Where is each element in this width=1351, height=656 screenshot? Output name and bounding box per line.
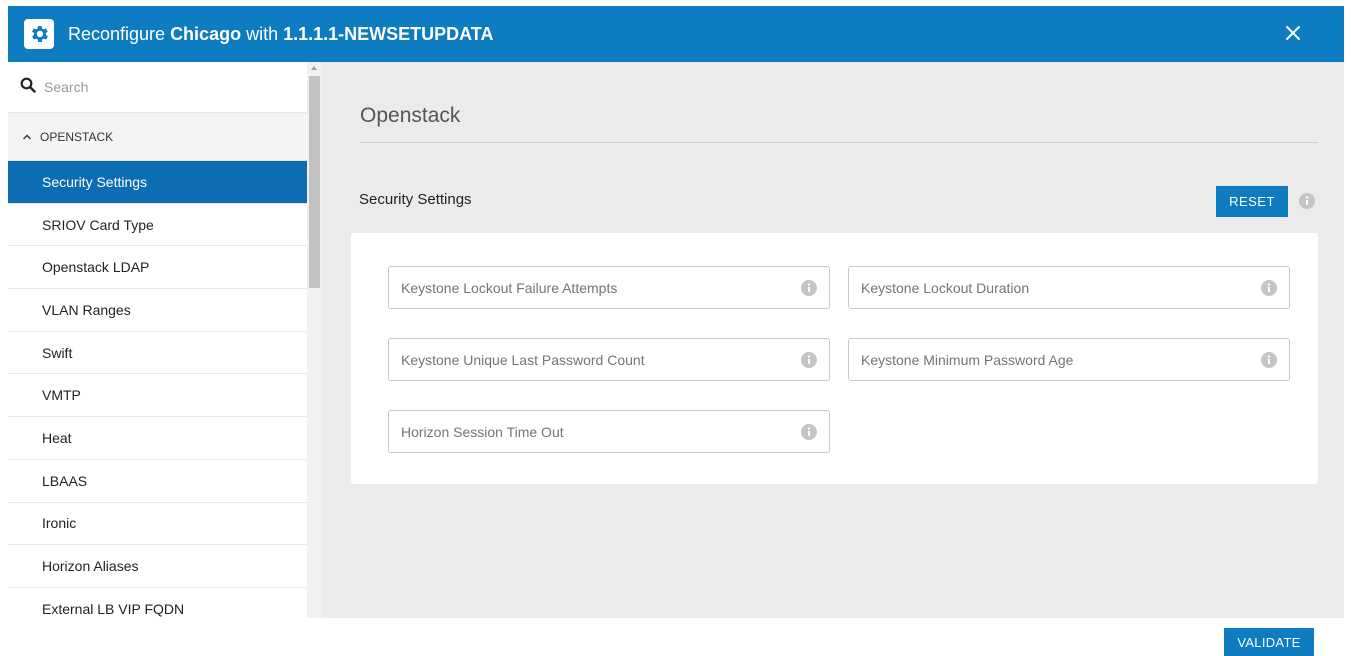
horizon-session-time-out-field (388, 410, 830, 453)
sidebar-item-label: External LB VIP FQDN (42, 600, 185, 617)
sidebar-item-label: Openstack LDAP (42, 259, 150, 276)
keystone-lockout-duration-input[interactable] (861, 279, 1241, 296)
scrollbar-thumb[interactable] (309, 76, 320, 288)
main-content: Openstack Security Settings RESET (322, 62, 1344, 618)
sidebar-item-label: Heat (42, 429, 72, 446)
sidebar-item-vmtp[interactable]: VMTP (8, 374, 307, 418)
search-input[interactable] (44, 79, 284, 95)
dialog-titlebar: Reconfigure Chicago with 1.1.1.1-NEWSETU… (8, 6, 1344, 62)
settings-card (351, 233, 1318, 484)
sidebar-item-security-settings[interactable]: Security Settings (8, 161, 307, 204)
sidebar-item-openstack-ldap[interactable]: Openstack LDAP (8, 246, 307, 290)
sidebar-item-heat[interactable]: Heat (8, 417, 307, 460)
sidebar-item-ironic[interactable]: Ironic (8, 503, 307, 546)
keystone-minimum-password-age-field (848, 338, 1290, 381)
keystone-lockout-failure-attempts-field (388, 266, 830, 309)
title-divider (360, 142, 1318, 143)
dialog-title: Reconfigure Chicago with 1.1.1.1-NEWSETU… (68, 24, 493, 45)
info-icon[interactable] (801, 280, 817, 296)
validate-button[interactable]: VALIDATE (1224, 628, 1314, 656)
sidebar-search (8, 62, 307, 113)
gear-icon (24, 19, 54, 49)
info-icon[interactable] (1299, 193, 1315, 209)
chevron-up-icon (22, 132, 32, 142)
keystone-unique-last-password-count-field (388, 338, 830, 381)
sidebar-item-label: Security Settings (42, 173, 148, 190)
sidebar-item-label: VLAN Ranges (42, 301, 131, 318)
sidebar-item-swift[interactable]: Swift (8, 332, 307, 375)
title-middle: with (241, 23, 284, 44)
reset-button[interactable]: RESET (1216, 186, 1288, 217)
info-icon[interactable] (801, 352, 817, 368)
title-version: 1.1.1.1-NEWSETUPDATA (283, 23, 494, 44)
title-prefix: Reconfigure (68, 23, 171, 44)
sidebar-item-label: Swift (42, 344, 73, 361)
keystone-unique-last-password-count-input[interactable] (401, 351, 781, 368)
sidebar-item-lbaas[interactable]: LBAAS (8, 460, 307, 503)
search-icon (20, 77, 36, 98)
info-icon[interactable] (1261, 280, 1277, 296)
sidebar: OPENSTACK Security Settings SRIOV Card T… (8, 62, 307, 618)
info-icon[interactable] (801, 424, 817, 440)
sidebar-item-label: LBAAS (42, 472, 88, 489)
sidebar-item-vlan-ranges[interactable]: VLAN Ranges (8, 289, 307, 332)
keystone-minimum-password-age-input[interactable] (861, 351, 1241, 368)
info-icon[interactable] (1261, 352, 1277, 368)
scroll-up-arrow-icon[interactable] (311, 66, 317, 70)
title-site: Chicago (170, 23, 242, 44)
page-title: Openstack (360, 104, 461, 127)
keystone-lockout-failure-attempts-input[interactable] (401, 279, 781, 296)
sidebar-item-sriov-card-type[interactable]: SRIOV Card Type (8, 204, 307, 247)
sidebar-item-label: Ironic (42, 515, 77, 532)
keystone-lockout-duration-field (848, 266, 1290, 309)
close-icon[interactable] (1282, 22, 1304, 44)
sidebar-item-external-lb-vip-fqdn[interactable]: External LB VIP FQDN (8, 588, 307, 618)
sidebar-item-label: VMTP (42, 387, 81, 404)
group-label: OPENSTACK (40, 129, 114, 144)
sidebar-item-horizon-aliases[interactable]: Horizon Aliases (8, 545, 307, 588)
section-title: Security Settings (359, 191, 472, 208)
sidebar-item-label: SRIOV Card Type (42, 216, 154, 233)
sidebar-item-label: Horizon Aliases (42, 558, 139, 575)
horizon-session-time-out-input[interactable] (401, 423, 781, 440)
sidebar-scrollbar[interactable] (307, 62, 322, 618)
group-header-openstack[interactable]: OPENSTACK (8, 113, 307, 161)
